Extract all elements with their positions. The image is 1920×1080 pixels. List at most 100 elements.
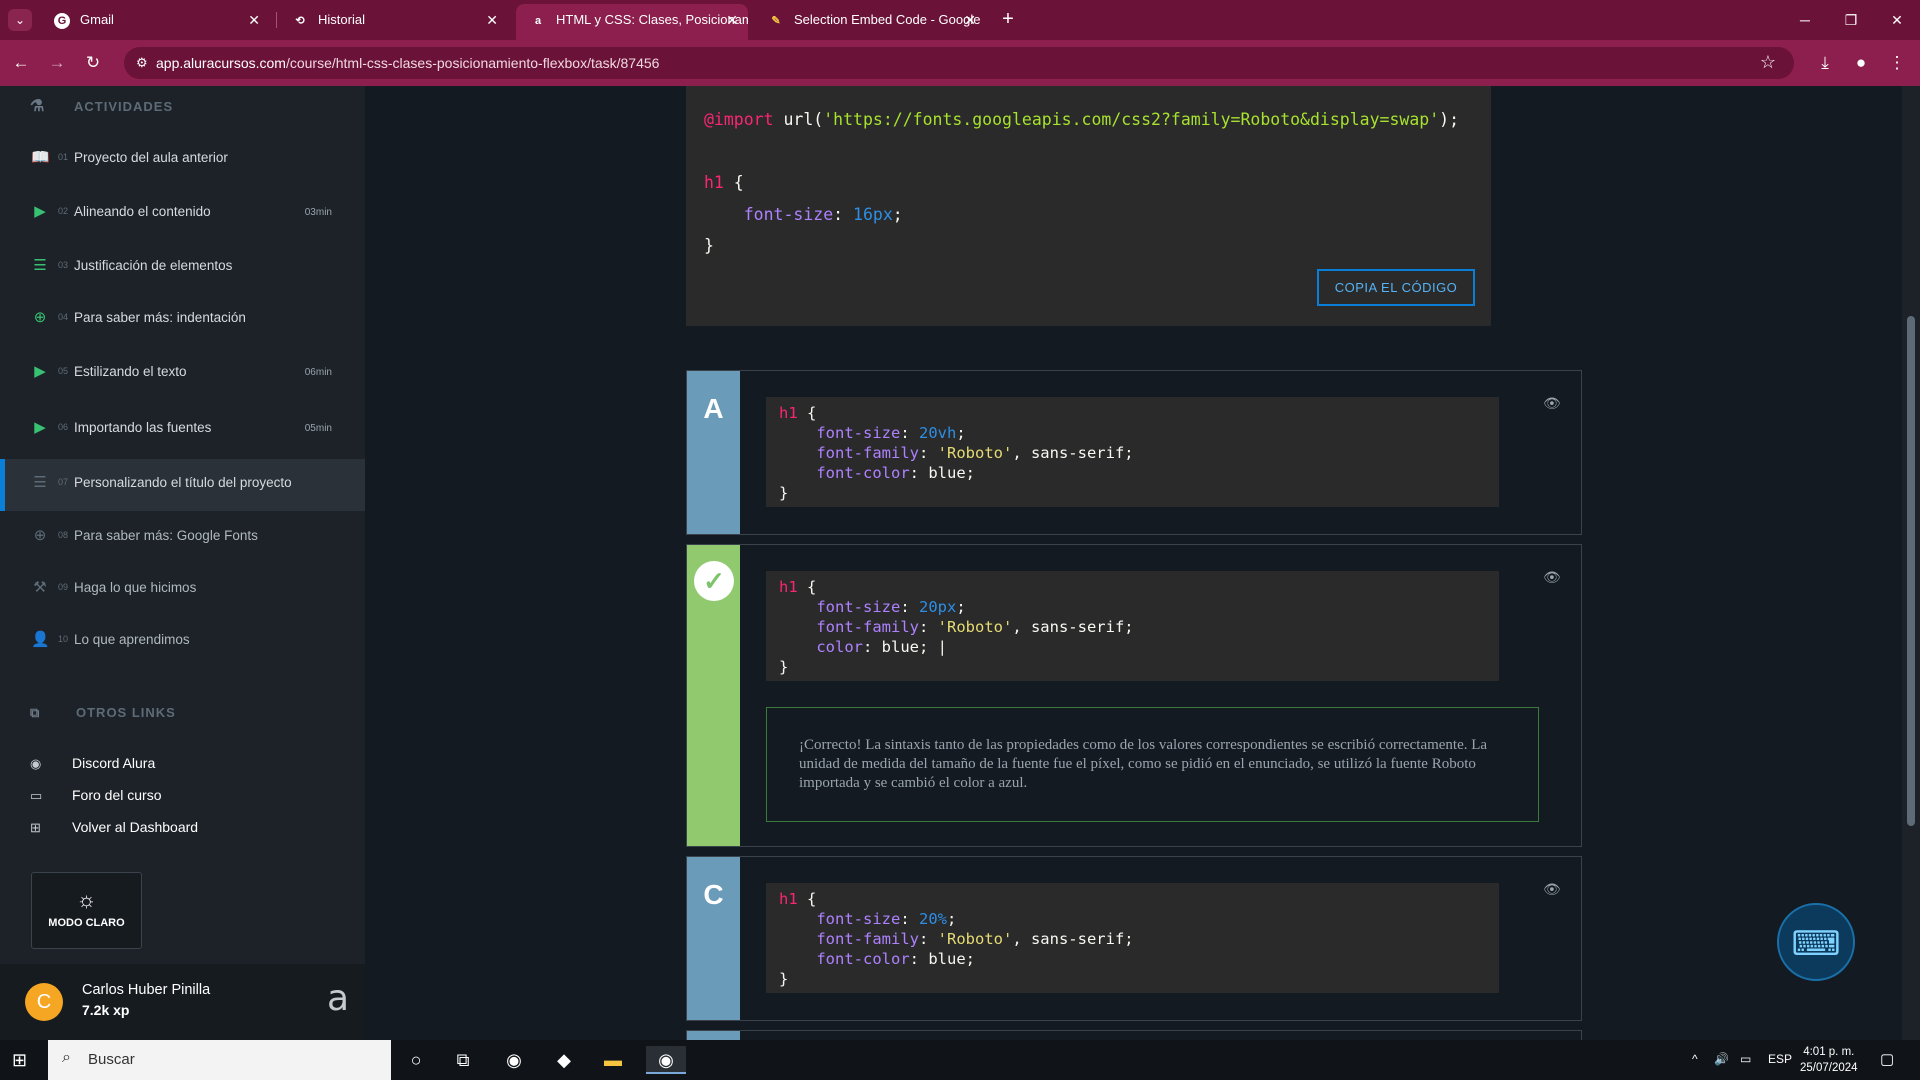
activity-item-08[interactable]: ⊕ 08 Para saber más: Google Fonts [0, 512, 365, 562]
activity-item-07[interactable]: ☰ 07 Personalizando el título del proyec… [0, 459, 365, 511]
notifications-icon[interactable]: ▢ [1880, 1050, 1894, 1068]
activity-number: 10 [58, 634, 69, 644]
file-explorer-icon[interactable]: ▬ [597, 1046, 629, 1074]
tab-title: Gmail [80, 12, 114, 27]
chat-icon: ▭ [30, 788, 43, 803]
activity-item-06[interactable]: ▶ 06 Importando las fuentes 05min [0, 404, 365, 454]
close-icon[interactable]: ✕ [726, 4, 738, 36]
search-icon: ⌕ [62, 1049, 71, 1066]
clock[interactable]: 4:01 p. m. 25/07/2024 [1800, 1044, 1858, 1076]
restore-button[interactable]: ❐ [1828, 0, 1874, 40]
chrome-profile-icon[interactable]: ◉ [646, 1046, 686, 1074]
taskbar-search[interactable]: ⌕ Buscar [48, 1040, 391, 1080]
close-icon[interactable]: ✕ [964, 4, 976, 36]
option-letter-bar: A [687, 371, 740, 534]
activity-label: Para saber más: Google Fonts [74, 528, 258, 543]
scrollbar-thumb[interactable] [1907, 316, 1915, 826]
chrome-icon[interactable]: ◉ [498, 1046, 530, 1074]
option-code-block: h1 { font-size: 20%; font-family: 'Robot… [766, 883, 1499, 993]
address-toolbar: ← → ↻ ⚙ app.aluracursos.com/course/html-… [0, 40, 1920, 86]
tray-chevron-icon[interactable]: ^ [1692, 1052, 1698, 1066]
option-letter-bar: C [687, 857, 740, 1020]
forum-link[interactable]: ▭ Foro del curso [30, 782, 161, 808]
code-token: blue [881, 638, 919, 656]
back-button[interactable]: ← [8, 50, 34, 76]
page-scrollbar[interactable] [1902, 86, 1920, 1040]
option-letter: A [703, 393, 724, 424]
close-window-button[interactable]: ✕ [1874, 0, 1920, 40]
menu-icon[interactable]: ⋮ [1884, 50, 1910, 76]
option-letter-bar: ✓ [687, 545, 740, 846]
activity-item-01[interactable]: 📖 01 Proyecto del aula anterior [0, 134, 365, 184]
activity-label: Para saber más: indentación [74, 310, 246, 325]
copy-code-button[interactable]: COPIA EL CÓDIGO [1317, 269, 1475, 306]
activity-item-10[interactable]: 👤 10 Lo que aprendimos [0, 616, 365, 666]
os-taskbar: ⊞ ⌕ Buscar ○ ⧉ ◉ ◆ ▬ ◉ ^ 🔊 ▭ ESP 4:01 p.… [0, 1040, 1920, 1080]
download-icon[interactable]: ⤓ [1812, 50, 1838, 76]
eye-icon[interactable]: 👁 [1543, 395, 1561, 413]
mode-label: MODO CLARO [48, 917, 125, 929]
reload-button[interactable]: ↻ [80, 50, 106, 76]
answer-option-d[interactable] [686, 1030, 1582, 1040]
user-name: Carlos Huber Pinilla [82, 982, 211, 998]
video-icon: ▶ [34, 419, 46, 436]
code-token: @import [704, 110, 774, 129]
tab-historial[interactable]: ⟲ Historial ✕ [278, 4, 508, 40]
close-icon[interactable]: ✕ [486, 4, 498, 36]
minimize-button[interactable]: ─ [1782, 0, 1828, 40]
language-indicator[interactable]: ESP [1768, 1052, 1792, 1066]
user-icon: 👤 [31, 631, 50, 648]
chatbot-button[interactable]: ⌨ [1777, 903, 1855, 981]
close-icon[interactable]: ✕ [248, 4, 260, 36]
tab-alura-course[interactable]: a HTML y CSS: Clases, Posicionamiento y … [516, 4, 748, 40]
forward-button[interactable]: → [44, 50, 70, 76]
eye-icon[interactable]: 👁 [1543, 569, 1561, 587]
profile-icon[interactable]: ● [1848, 50, 1874, 76]
example-code: @import url('https://fonts.googleapis.co… [704, 110, 1460, 255]
plus-circle-icon: ⊕ [33, 527, 47, 544]
code-token: 20vh [919, 424, 957, 442]
code-token: ); [1439, 110, 1460, 129]
cortana-icon[interactable]: ○ [400, 1046, 432, 1074]
dashboard-icon: ⊞ [30, 820, 41, 835]
site-info-icon[interactable]: ⚙ [136, 55, 148, 71]
answer-option-b[interactable]: ✓ h1 { font-size: 20px; font-family: 'Ro… [686, 544, 1582, 847]
code-token: color [816, 638, 863, 656]
url-bar[interactable]: ⚙ app.aluracursos.com/course/html-css-cl… [124, 47, 1794, 79]
new-tab-button[interactable]: + [994, 6, 1022, 34]
course-sidebar: ⚗ ACTIVIDADES 📖 01 Proyecto del aula ante… [0, 86, 365, 1040]
tab-gmail[interactable]: G Gmail ✕ [40, 4, 270, 40]
discord-link[interactable]: ◉ Discord Alura [30, 750, 155, 776]
gmail-icon: G [54, 13, 70, 29]
activity-item-04[interactable]: ⊕ 04 Para saber más: indentación [0, 294, 365, 344]
activities-header: ⚗ ACTIVIDADES [30, 92, 173, 122]
light-mode-toggle[interactable]: ☼ MODO CLARO [31, 872, 142, 949]
user-panel[interactable]: C Carlos Huber Pinilla 7.2k xp a [0, 964, 365, 1040]
flask-icon: ⚗ [30, 98, 46, 115]
activity-item-05[interactable]: ▶ 05 Estilizando el texto 06min [0, 348, 365, 398]
activity-item-02[interactable]: ▶ 02 Alineando el contenido 03min [0, 188, 365, 238]
activity-item-03[interactable]: ☰ 03 Justificación de elementos [0, 242, 365, 292]
activity-time: 05min [304, 423, 332, 434]
sun-icon: ☼ [76, 887, 97, 912]
list-icon: ☰ [33, 474, 47, 491]
tab-selection-embed[interactable]: ✎ Selection Embed Code - Google ✕ [754, 4, 986, 40]
clock-time: 4:01 p. m. [1803, 1046, 1855, 1058]
tab-search-button[interactable]: ⌄ [8, 9, 32, 31]
app-icon[interactable]: ◆ [548, 1046, 580, 1074]
dashboard-link[interactable]: ⊞ Volver al Dashboard [30, 814, 198, 840]
volume-icon[interactable]: 🔊 [1714, 1052, 1729, 1066]
bookmark-star-icon[interactable]: ☆ [1760, 52, 1776, 73]
task-view-icon[interactable]: ⧉ [447, 1046, 479, 1074]
windows-start-icon[interactable]: ⊞ [12, 1050, 32, 1070]
activity-item-09[interactable]: ⚒ 09 Haga lo que hicimos [0, 564, 365, 614]
alura-logo-icon: a [326, 978, 349, 1019]
answer-option-c[interactable]: C h1 { font-size: 20%; font-family: 'Rob… [686, 856, 1582, 1021]
answer-option-a[interactable]: A h1 { font-size: 20vh; font-family: 'Ro… [686, 370, 1582, 535]
tab-title: Selection Embed Code - Google [794, 12, 981, 27]
eye-icon[interactable]: 👁 [1543, 881, 1561, 899]
code-token: 'Roboto' [937, 618, 1013, 636]
network-icon[interactable]: ▭ [1740, 1052, 1751, 1066]
main-content: @import url('https://fonts.googleapis.co… [365, 86, 1902, 1040]
example-code-block: @import url('https://fonts.googleapis.co… [686, 86, 1491, 326]
